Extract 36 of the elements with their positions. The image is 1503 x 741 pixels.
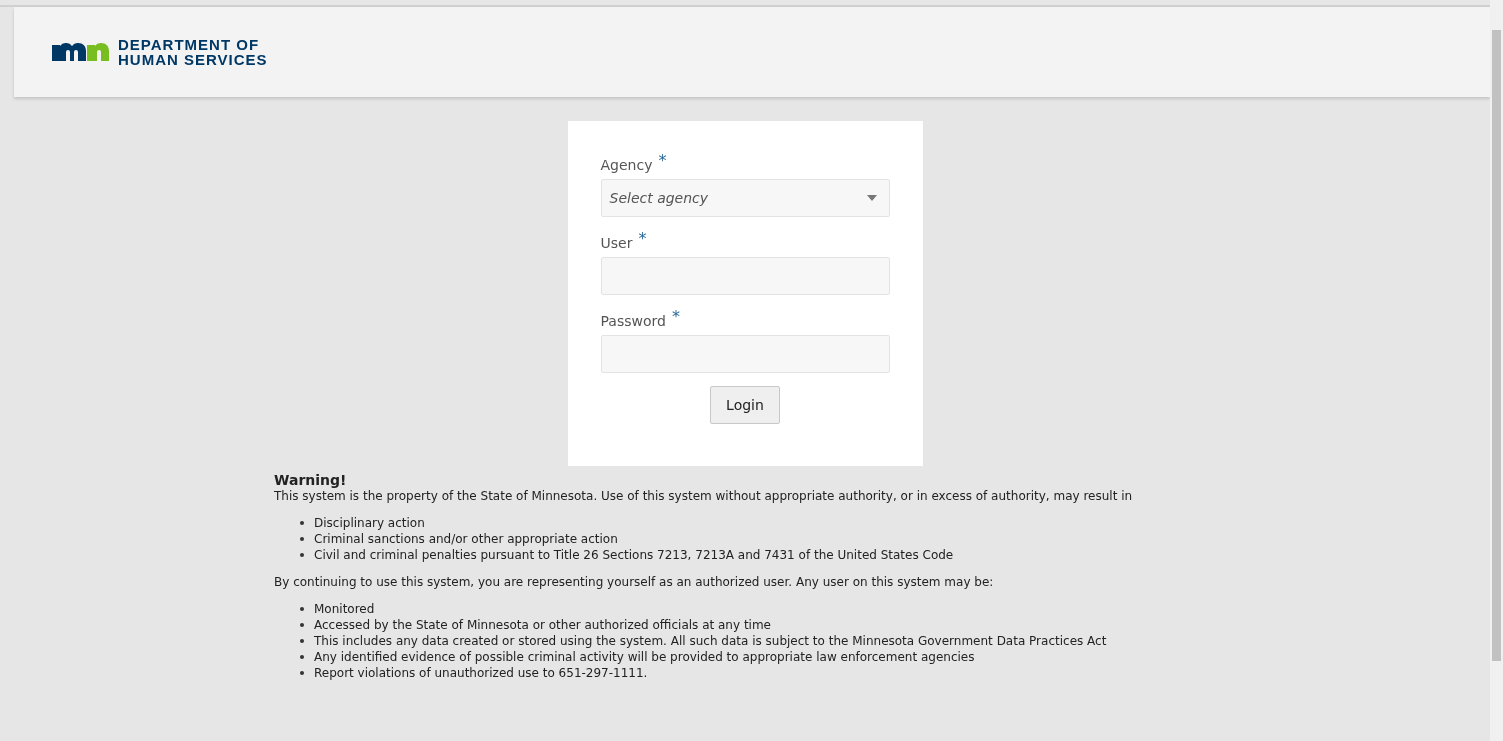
org-name: HUMAN SERVICES [118, 52, 268, 67]
scrollbar-thumb[interactable] [1492, 30, 1501, 661]
bullet-icon [300, 607, 304, 611]
list-item-text: Civil and criminal penalties pursuant to Title 26 Sections 7213, 7213A and 7431 of the United States Code [314, 547, 954, 563]
list-item-text: Criminal sanctions and/or other appropriate action [314, 531, 618, 547]
list-item-text: Report violations of unauthorized use to 651-297-1111. [314, 665, 648, 681]
bullet-icon [300, 553, 304, 557]
bullet-icon [300, 623, 304, 627]
org-name: DEPARTMENT OF [118, 37, 261, 52]
login-button[interactable]: Login [710, 386, 780, 424]
agency-dropdown[interactable]: Select agency [600, 179, 890, 217]
dropdown-placeholder: Select agency [609, 188, 709, 208]
warning-text: This system is the property of the State of Minnesota. Use of this system without appropriate authority, or in excess of authority, may result in [274, 488, 1134, 504]
list-item-text: Monitored [314, 601, 375, 617]
bullet-icon [300, 537, 304, 541]
list-item-text: Accessed by the State of Minnesota or other authorized officials at any time [314, 617, 771, 633]
required-mark: * [671, 311, 680, 323]
required-mark: * [638, 233, 647, 245]
warning-title: Warning! [274, 472, 348, 488]
scrollbar[interactable] [1490, 0, 1503, 741]
bullet-icon [300, 521, 304, 525]
bullet-icon [300, 671, 304, 675]
field-label: Password [600, 312, 666, 331]
list-item-text: This includes any data created or stored using the system. All such data is subject to the Minnesota Government Data Practices Act [314, 633, 1107, 649]
bullet-icon [300, 639, 304, 643]
logo-icon [52, 43, 110, 61]
field-label: User [600, 234, 633, 253]
password-field[interactable] [600, 335, 890, 373]
list-item-text: Disciplinary action [314, 515, 425, 531]
list-item-text: Any identified evidence of possible criminal activity will be provided to appropriate law enforcement agencies [314, 649, 975, 665]
field-label: Agency [600, 156, 653, 175]
required-mark: * [658, 155, 667, 167]
warning-text: By continuing to use this system, you are representing yourself as an authorized user. Any user on this system may be: [274, 574, 995, 590]
bullet-icon [300, 655, 304, 659]
user-field[interactable] [600, 257, 890, 295]
caret-icon [866, 195, 877, 201]
